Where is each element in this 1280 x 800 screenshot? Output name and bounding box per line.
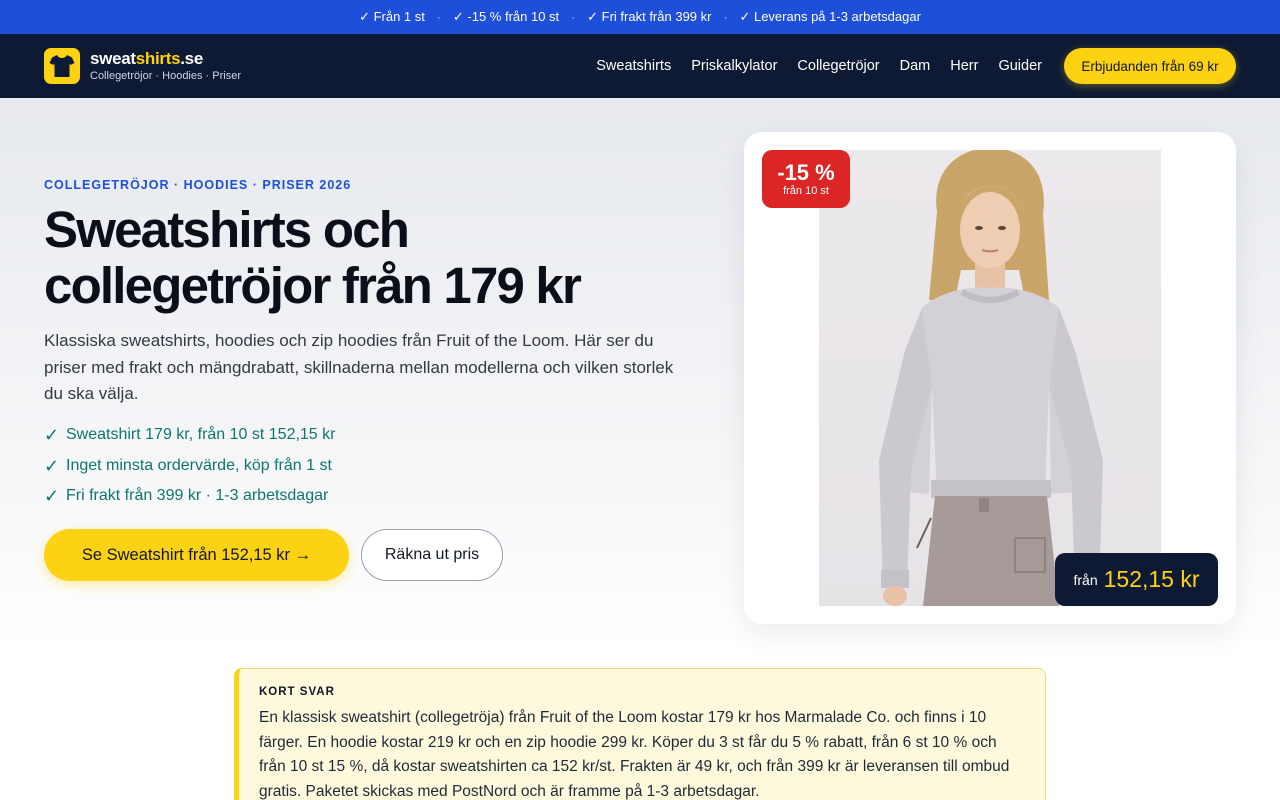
checklist-text: Sweatshirt 179 kr, från 10 st 152,15 kr bbox=[66, 426, 336, 443]
model-sweatshirt-illustration bbox=[879, 150, 1103, 606]
checkmark-icon: ✓ bbox=[44, 425, 60, 445]
site-logo[interactable]: sweatshirts.se Collegetröjor · Hoodies ·… bbox=[44, 48, 241, 84]
price-tag: från 152,15 kr bbox=[1055, 553, 1218, 606]
checklist-text: Fri frakt från 399 kr · 1-3 arbetsdagar bbox=[66, 487, 329, 504]
short-answer-label: KORT SVAR bbox=[259, 686, 335, 698]
offers-button[interactable]: Erbjudanden från 69 kr bbox=[1064, 48, 1236, 84]
checkmark-icon: ✓ bbox=[44, 486, 60, 506]
page-title: Sweatshirts och collegetröjor från 179 k… bbox=[44, 201, 582, 314]
nav-link-priskalkylator[interactable]: Priskalkylator bbox=[691, 58, 777, 74]
calculate-price-button[interactable]: Räkna ut pris bbox=[361, 529, 503, 581]
price-amount: 152,15 kr bbox=[1103, 566, 1200, 592]
product-card[interactable]: -15 % från 10 st från 152,15 kr bbox=[744, 132, 1236, 624]
promo-separator: · bbox=[571, 10, 576, 24]
short-answer-box: KORT SVAR En klassisk sweatshirt (colleg… bbox=[234, 668, 1046, 800]
product-photo bbox=[819, 150, 1161, 606]
hero-section: COLLEGETRÖJOR · HOODIES · PRISER 2026 Sw… bbox=[0, 98, 1280, 648]
nav-link-dam[interactable]: Dam bbox=[900, 58, 931, 74]
logo-tagline: Collegetröjor · Hoodies · Priser bbox=[90, 69, 241, 82]
hero-lead: Klassiska sweatshirts, hoodies och zip h… bbox=[44, 331, 674, 403]
nav-link-collegetrojor[interactable]: Collegetröjor bbox=[797, 58, 879, 74]
promo-separator: · bbox=[723, 10, 728, 24]
discount-condition: från 10 st bbox=[783, 184, 829, 197]
nav-link-sweatshirts[interactable]: Sweatshirts bbox=[596, 58, 671, 74]
site-header: sweatshirts.se Collegetröjor · Hoodies ·… bbox=[0, 34, 1280, 98]
feature-checklist: ✓ Sweatshirt 179 kr, från 10 st 152,15 k… bbox=[44, 420, 335, 512]
tshirt-icon bbox=[44, 48, 80, 84]
price-prefix: från bbox=[1073, 571, 1098, 588]
promo-item: ✓ Fri frakt från 399 kr bbox=[587, 9, 712, 24]
nav-link-guider[interactable]: Guider bbox=[998, 58, 1042, 74]
promo-item: ✓ Från 1 st bbox=[359, 9, 425, 24]
nav-link-herr[interactable]: Herr bbox=[950, 58, 978, 74]
promo-bar: ✓ Från 1 st · ✓ -15 % från 10 st · ✓ Fri… bbox=[0, 0, 1280, 34]
discount-percent: -15 % bbox=[777, 159, 835, 185]
checklist-item: ✓ Inget minsta ordervärde, köp från 1 st bbox=[44, 451, 335, 482]
see-sweatshirt-button[interactable]: Se Sweatshirt från 152,15 kr → bbox=[44, 529, 349, 581]
discount-badge: -15 % från 10 st bbox=[762, 150, 850, 208]
promo-item: ✓ -15 % från 10 st bbox=[452, 9, 560, 24]
main-nav: Sweatshirts Priskalkylator Collegetröjor… bbox=[576, 34, 1042, 98]
hero-eyebrow: COLLEGETRÖJOR · HOODIES · PRISER 2026 bbox=[44, 178, 352, 192]
short-answer-text: En klassisk sweatshirt (collegetröja) fr… bbox=[259, 709, 1010, 800]
promo-separator: · bbox=[436, 10, 441, 24]
checklist-text: Inget minsta ordervärde, köp från 1 st bbox=[66, 456, 332, 474]
promo-item: ✓ Leverans på 1-3 arbetsdagar bbox=[739, 9, 921, 24]
checklist-item: ✓ Fri frakt från 399 kr · 1-3 arbetsdaga… bbox=[44, 481, 335, 512]
checkmark-icon: ✓ bbox=[44, 455, 60, 476]
checklist-item: ✓ Sweatshirt 179 kr, från 10 st 152,15 k… bbox=[44, 420, 335, 451]
logo-wordmark: sweatshirts.se bbox=[90, 48, 203, 68]
